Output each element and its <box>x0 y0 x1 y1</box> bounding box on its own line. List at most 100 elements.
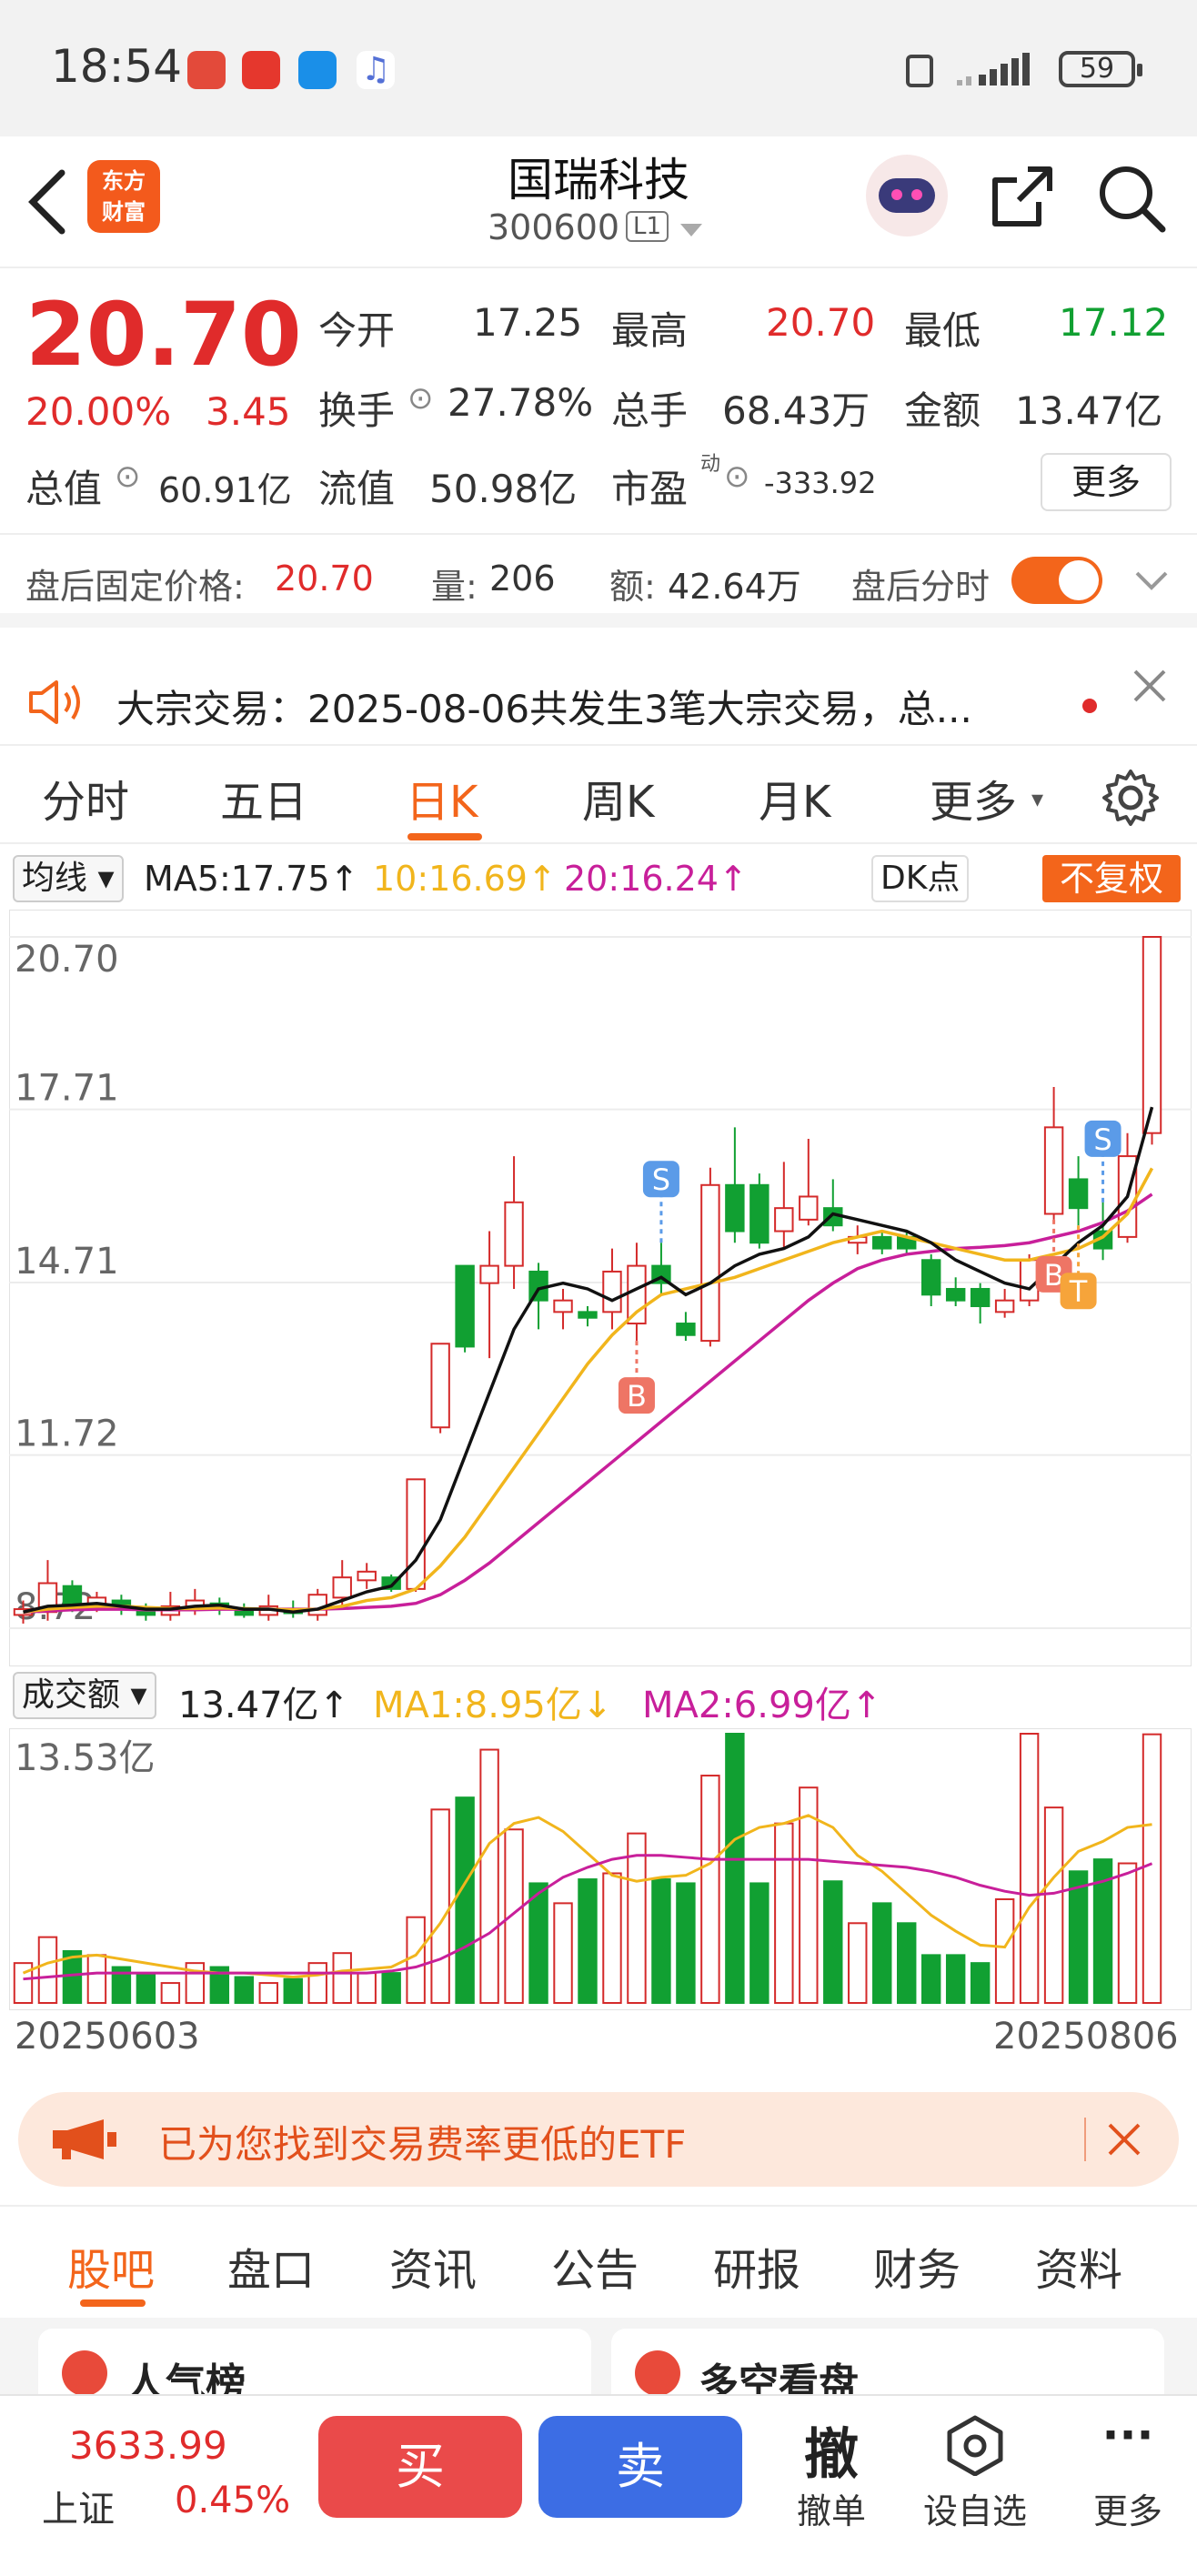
notification-music-icon: ♫ <box>357 51 395 89</box>
index-change[interactable]: 0.45% <box>175 2480 290 2521</box>
candle-body <box>504 1201 524 1267</box>
close-icon[interactable] <box>1130 666 1170 706</box>
volume-bar <box>37 1936 58 2004</box>
candle-body <box>945 1287 966 1302</box>
indicator-selector[interactable]: 均线 ▾ <box>13 855 124 902</box>
level-badge[interactable]: L1 <box>626 211 669 242</box>
cancel-order-icon[interactable]: 撤 <box>795 2410 868 2490</box>
dk-point-button[interactable]: DK点 <box>871 855 970 902</box>
volume-bar <box>970 1962 991 2005</box>
notice-banner[interactable]: 大宗交易：2025-08-06共发生3笔大宗交易，总... <box>0 653 1197 740</box>
cancel-order-label[interactable]: 撤单 <box>786 2483 877 2533</box>
more-icon[interactable]: ··· <box>1082 2409 1173 2461</box>
add-watchlist-label[interactable]: 设自选 <box>919 2483 1031 2533</box>
promo-text: 已为您找到交易费率更低的ETF <box>158 2122 687 2167</box>
info-icon[interactable]: ⊙ <box>407 380 434 417</box>
candle-body <box>700 1183 720 1343</box>
candle-body <box>307 1594 327 1616</box>
info-icon[interactable]: ⊙ <box>724 458 750 495</box>
candle-body <box>1019 1259 1040 1302</box>
chart-frame <box>9 910 1192 1666</box>
candle-body <box>1142 936 1162 1134</box>
settings-gear-icon[interactable] <box>1101 768 1161 828</box>
add-watchlist-icon[interactable] <box>946 2414 1004 2476</box>
afterhours-toggle[interactable] <box>1011 557 1102 604</box>
buy-button[interactable]: 买 <box>318 2416 522 2518</box>
mktcap-value: 60.91亿 <box>158 470 292 510</box>
long-short-card[interactable]: 多空看盘 <box>611 2329 1164 2407</box>
info-icon[interactable]: ⊙ <box>115 458 141 495</box>
adjust-button[interactable]: 不复权 <box>1042 855 1181 902</box>
tab-news[interactable]: 资讯 <box>389 2234 477 2298</box>
volume-bar <box>578 1878 598 2004</box>
amount-value: 13.47亿 <box>1015 388 1163 433</box>
volume-bar <box>872 1902 892 2005</box>
tab-intraday[interactable]: 分时 <box>42 766 129 830</box>
popularity-card[interactable]: 人气榜 <box>38 2329 591 2407</box>
low-value: 17.12 <box>1059 300 1169 345</box>
y-tick-label: 20.70 <box>15 939 119 981</box>
more-label[interactable]: 更多 <box>1082 2483 1173 2533</box>
pe-label: 市盈 <box>611 467 689 511</box>
afterhours-price-label: 盘后固定价格: <box>25 567 245 607</box>
tab-announcements[interactable]: 公告 <box>551 2234 639 2298</box>
ai-assistant-icon[interactable] <box>866 155 948 236</box>
volume-chart[interactable]: 13.53亿 <box>9 1728 1192 2010</box>
signal-marker-label: S <box>1093 1122 1112 1157</box>
active-subtab-indicator <box>80 2299 146 2307</box>
change-amount: 3.45 <box>206 389 291 434</box>
notification-chat-icon <box>298 51 337 89</box>
sell-button[interactable]: 卖 <box>538 2416 742 2518</box>
ma10-legend: 10:16.69↑ <box>373 859 557 899</box>
volume-bar <box>357 1972 377 2005</box>
volume-current: 13.47亿↑ <box>178 1685 350 1726</box>
clock: 18:54 <box>51 40 183 93</box>
index-value[interactable]: 3633.99 <box>69 2423 227 2468</box>
y-tick-label: 14.71 <box>15 1241 119 1283</box>
tab-weekly-k[interactable]: 周K <box>582 766 654 830</box>
change-percent: 20.00% <box>25 389 172 434</box>
stock-code: 300600 <box>488 207 620 247</box>
tab-five-day[interactable]: 五日 <box>220 766 307 830</box>
etf-promo-banner[interactable]: 已为您找到交易费率更低的ETF <box>18 2092 1179 2187</box>
tab-forum[interactable]: 股吧 <box>67 2234 155 2298</box>
stock-header: 东方 财富 国瑞科技 300600 L1 <box>0 136 1197 268</box>
volume-bar <box>381 1972 401 2005</box>
candle-body <box>920 1259 941 1296</box>
chevron-down-icon[interactable] <box>680 224 702 238</box>
volume-bar <box>1019 1733 1040 2004</box>
tab-financials[interactable]: 财务 <box>873 2234 961 2298</box>
tab-research[interactable]: 研报 <box>713 2234 800 2298</box>
kline-chart[interactable]: 20.7017.7114.7111.728.72SBSBT <box>9 910 1192 1666</box>
vs-icon <box>635 2350 680 2396</box>
volume-bar <box>1117 1862 1138 2004</box>
afterhours-toggle-label: 盘后分时 <box>851 567 991 607</box>
volume-indicator-selector[interactable]: 成交额 ▾ <box>13 1672 156 1719</box>
turnover-label: 换手 <box>318 388 396 433</box>
signal-marker-label: S <box>652 1162 670 1197</box>
chevron-down-icon[interactable] <box>1135 571 1168 591</box>
tab-orderbook[interactable]: 盘口 <box>227 2234 315 2298</box>
bottom-trade-bar: 3633.99 上证 0.45% 买 卖 撤 撤单 设自选 ··· 更多 <box>0 2394 1197 2576</box>
float-label: 流值 <box>318 467 396 511</box>
candle-body <box>725 1183 745 1233</box>
volume-bar <box>602 1872 622 2004</box>
volume-bar <box>1068 1870 1089 2004</box>
index-name[interactable]: 上证 <box>42 2480 115 2532</box>
turnover-value: 27.78% <box>448 380 594 425</box>
volume-value: 68.43万 <box>722 388 870 433</box>
share-icon[interactable] <box>988 162 1057 231</box>
volume-bar <box>1043 1806 1064 2004</box>
tab-daily-k[interactable]: 日K <box>406 766 478 830</box>
notification-book-icon <box>242 51 280 89</box>
tab-profile[interactable]: 资料 <box>1035 2234 1122 2298</box>
volume-bar <box>136 1974 156 2005</box>
search-icon[interactable] <box>1095 162 1168 235</box>
tab-more[interactable]: 更多 <box>930 766 1017 830</box>
candle-body <box>970 1287 991 1308</box>
more-quote-button[interactable]: 更多 <box>1041 453 1172 511</box>
volume-bar <box>994 1897 1015 2004</box>
high-label: 最高 <box>611 308 689 353</box>
close-icon[interactable] <box>1106 2121 1142 2158</box>
tab-monthly-k[interactable]: 月K <box>759 766 830 830</box>
